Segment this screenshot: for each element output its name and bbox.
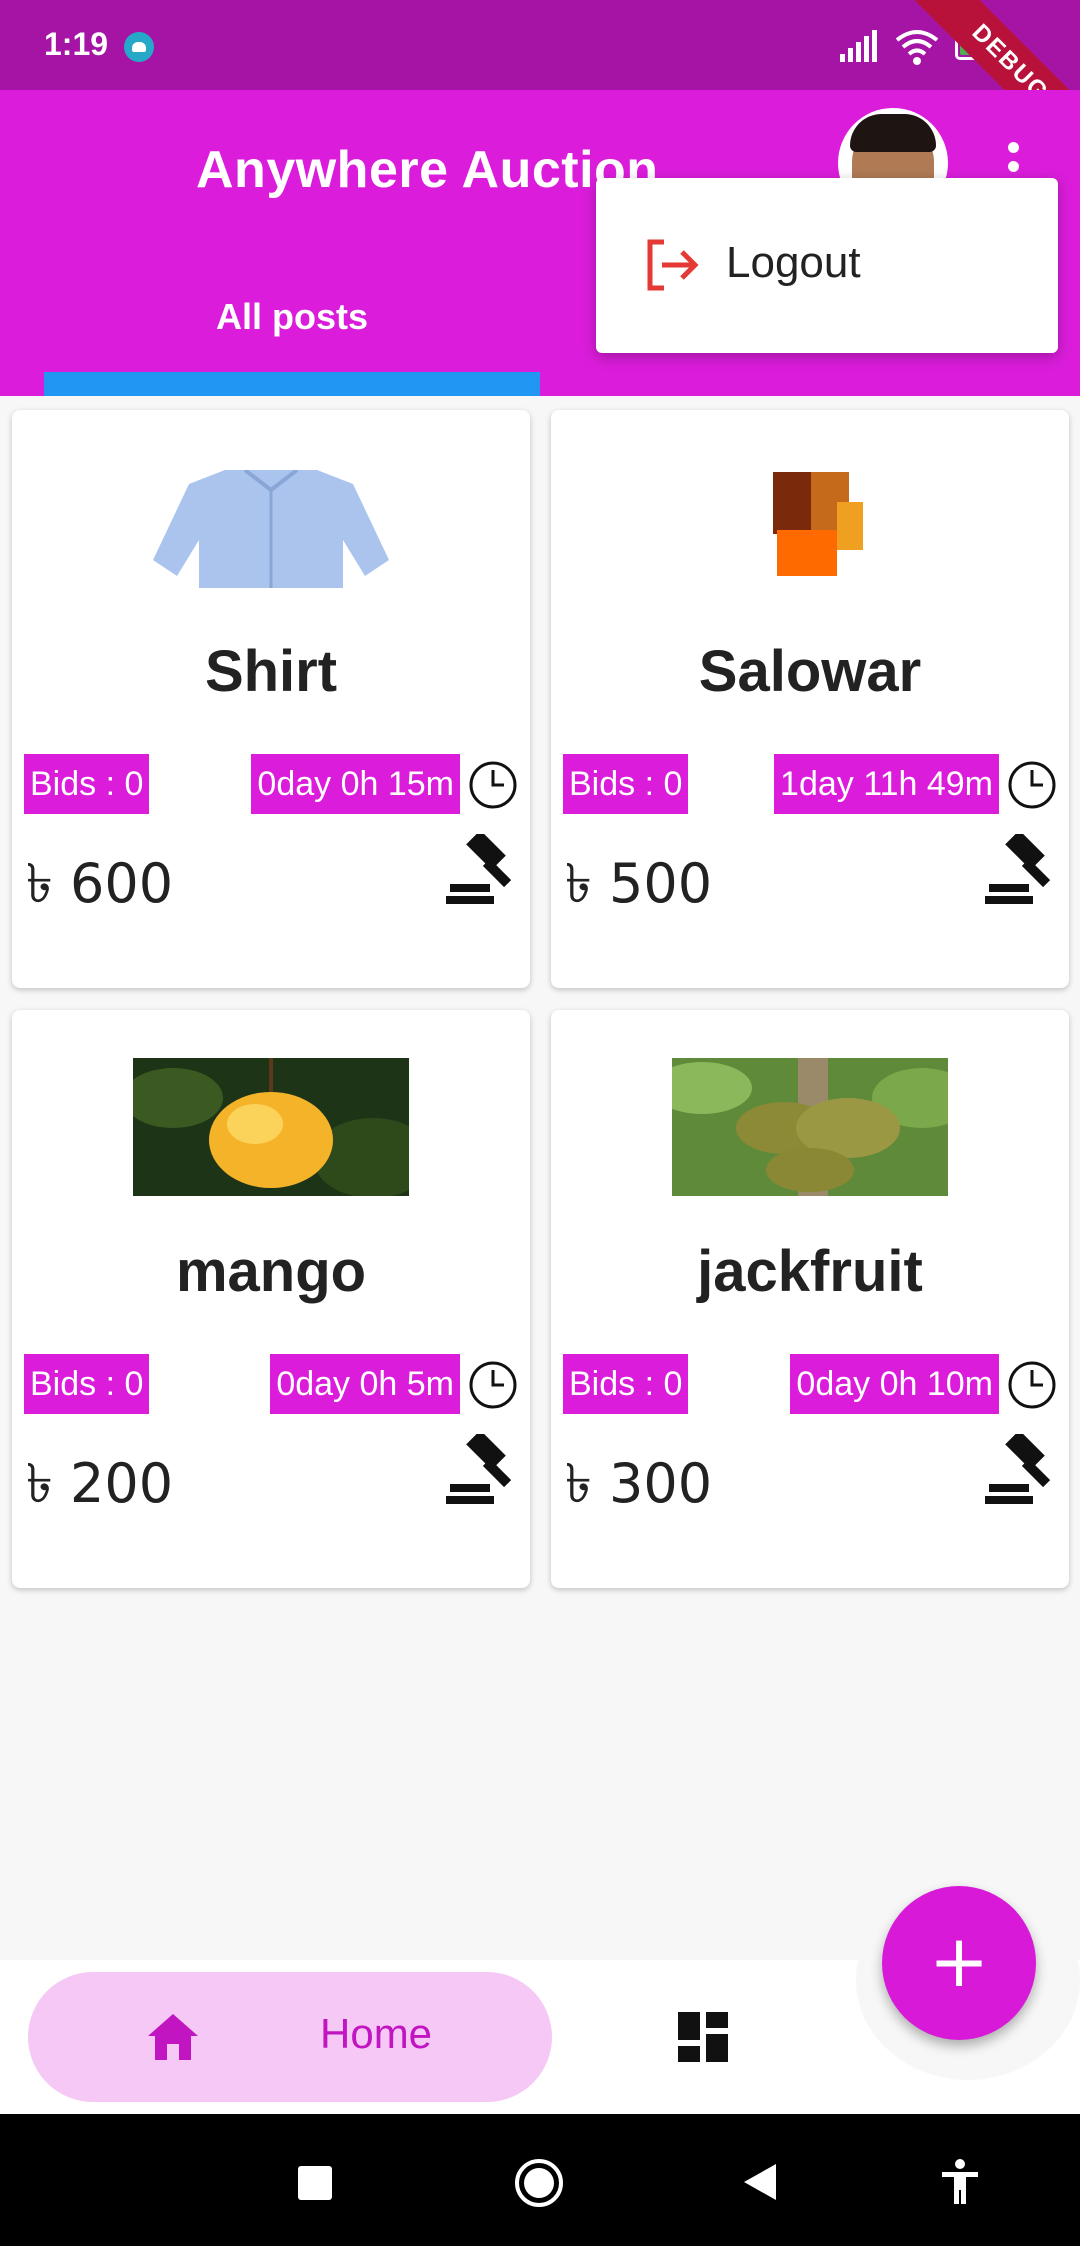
popup-menu: Logout (596, 178, 1058, 353)
post-card[interactable]: Shirt Bids : 0 0day 0h 15m ৳ 600 (12, 410, 530, 988)
bids-badge: Bids : 0 (24, 1354, 150, 1414)
time-left-badge: 1day 11h 49m (774, 754, 999, 814)
time-left-badge: 0day 0h 5m (270, 1354, 460, 1414)
home-icon (148, 2014, 198, 2060)
system-nav-bar (0, 2114, 1080, 2246)
clock-icon (1008, 1361, 1056, 1409)
accessibility-icon[interactable] (940, 2158, 980, 2206)
post-title: Shirt (204, 639, 338, 704)
wifi-icon (895, 30, 939, 65)
circle-icon[interactable] (514, 2158, 564, 2208)
app-title: Anywhere Auction (196, 141, 659, 199)
back-icon[interactable] (742, 2162, 778, 2202)
time-left-badge: 0day 0h 10m (790, 1354, 999, 1414)
dashboard-icon[interactable] (678, 2012, 728, 2062)
status-bar: 1:19 29 DEBUG (0, 0, 1080, 172)
clock-icon (469, 761, 517, 809)
avatar-hair (850, 114, 936, 152)
post-card[interactable]: mango Bids : 0 0day 0h 5m ৳ 200 (12, 1010, 530, 1588)
shirt-image (153, 470, 389, 588)
post-title: Salowar (698, 639, 922, 704)
gavel-icon[interactable] (444, 834, 518, 908)
tab-indicator (44, 372, 540, 396)
bids-badge: Bids : 0 (563, 1354, 689, 1414)
square-icon[interactable] (298, 2166, 332, 2200)
bids-badge: Bids : 0 (563, 754, 689, 814)
post-title: jackfruit (697, 1239, 923, 1304)
gavel-icon[interactable] (983, 1434, 1057, 1508)
add-post-button[interactable]: + (882, 1886, 1036, 2040)
post-price: ৳ 200 (26, 1452, 174, 1515)
status-time: 1:19 (44, 26, 109, 62)
logout-label: Logout (726, 238, 861, 287)
bids-badge: Bids : 0 (24, 754, 150, 814)
plus-icon: + (928, 1919, 990, 2003)
gavel-icon[interactable] (444, 1434, 518, 1508)
post-price: ৳ 600 (26, 852, 174, 915)
post-price: ৳ 300 (565, 1452, 713, 1515)
post-card[interactable]: jackfruit Bids : 0 0day 0h 10m ৳ 300 (551, 1010, 1069, 1588)
gavel-icon[interactable] (983, 834, 1057, 908)
mango-image (133, 1058, 409, 1196)
post-price: ৳ 500 (565, 852, 713, 915)
clock-icon (1008, 761, 1056, 809)
logout-icon (647, 239, 699, 291)
jackfruit-image (672, 1058, 948, 1196)
time-left-badge: 0day 0h 15m (251, 754, 460, 814)
nav-home[interactable]: Home (28, 1972, 552, 2102)
signal-icon (840, 30, 877, 62)
post-title: mango (175, 1239, 367, 1304)
salowar-image (773, 472, 863, 576)
clock-icon (469, 1361, 517, 1409)
home-label: Home (320, 2010, 433, 2057)
android-icon (124, 32, 154, 62)
post-card[interactable]: Salowar Bids : 0 1day 11h 49m ৳ 500 (551, 410, 1069, 988)
